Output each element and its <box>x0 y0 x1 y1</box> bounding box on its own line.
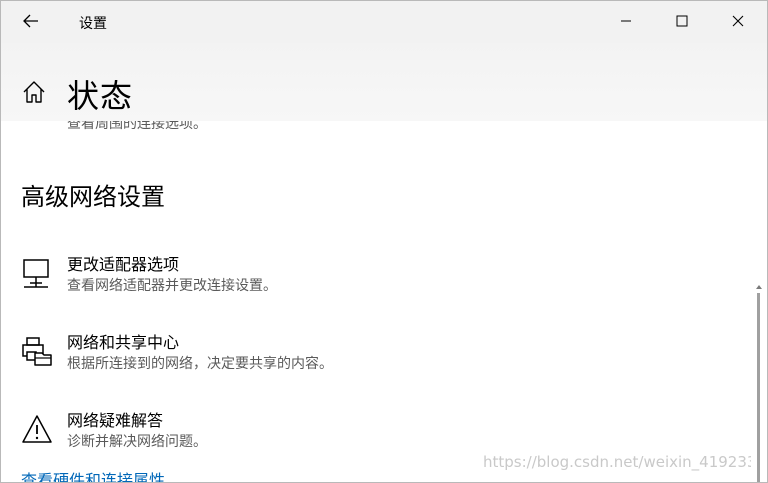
item-description: 查看网络适配器并更改连接设置。 <box>67 278 277 294</box>
minimize-icon <box>621 20 631 22</box>
scroll-thumb[interactable] <box>757 293 760 482</box>
change-adapter-options-item[interactable]: 更改适配器选项 查看网络适配器并更改连接设置。 <box>1 251 741 307</box>
monitor-network-icon <box>23 259 49 288</box>
minimize-button[interactable] <box>603 1 649 41</box>
back-button[interactable] <box>9 5 53 37</box>
watermark-text: https://blog.csdn.net/weixin_41923381 <box>483 453 751 471</box>
section-heading: 高级网络设置 <box>21 183 165 211</box>
close-button[interactable] <box>715 1 761 41</box>
maximize-button[interactable] <box>659 1 705 41</box>
network-sharing-center-item[interactable]: 网络和共享中心 根据所连接到的网络，决定要共享的内容。 <box>1 329 741 385</box>
item-description: 诊断并解决网络问题。 <box>67 434 207 450</box>
close-icon <box>732 15 744 27</box>
item-title: 更改适配器选项 <box>67 255 180 274</box>
page-title: 状态 <box>67 77 134 115</box>
scroll-up-arrow-icon[interactable] <box>755 283 763 291</box>
content-area: 查看周围的连接选项。 高级网络设置 更改适配器选项 查看网络适配器并更改连接设置… <box>1 121 751 482</box>
item-title: 网络和共享中心 <box>67 333 180 352</box>
home-icon <box>23 81 45 103</box>
window-title: 设置 <box>79 16 107 32</box>
printer-folder-icon <box>22 337 52 366</box>
item-title: 网络疑难解答 <box>67 411 164 430</box>
home-button[interactable] <box>21 79 47 105</box>
item-description: 根据所连接到的网络，决定要共享的内容。 <box>67 356 333 372</box>
arrow-left-icon <box>23 14 38 28</box>
settings-window: 设置 状态 查看周围的连接选项。 高级网络设置 更改适配器选项 查看网络适配器并… <box>0 0 768 483</box>
partial-description: 查看周围的连接选项。 <box>67 121 207 132</box>
page-header: 状态 <box>1 43 767 121</box>
title-bar: 设置 <box>1 1 767 43</box>
hardware-connection-properties-link[interactable]: 查看硬件和连接属性 <box>21 467 165 482</box>
scrollbar[interactable] <box>751 121 767 482</box>
warning-triangle-icon <box>22 415 52 443</box>
maximize-icon <box>676 15 688 27</box>
